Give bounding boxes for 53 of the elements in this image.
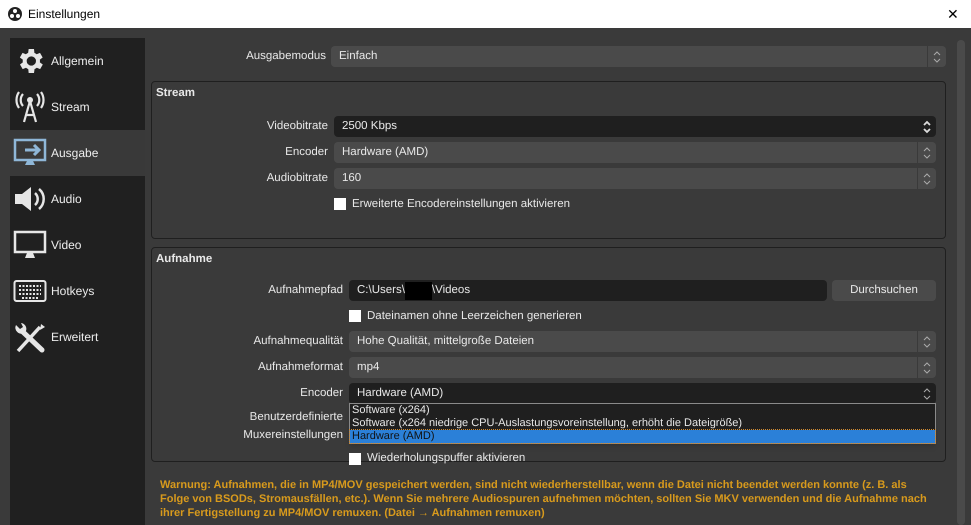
dropdown-option[interactable]: Software (x264) <box>350 404 935 418</box>
checkbox-label: Wiederholungspuffer aktivieren <box>367 451 526 466</box>
group-title: Stream <box>155 86 196 101</box>
tools-icon <box>13 321 47 353</box>
field-label: Encoder <box>299 386 343 402</box>
spinner-arrows-icon <box>922 120 932 134</box>
sidebar-item[interactable]: Stream <box>10 84 145 130</box>
field-label: Aufnahmeformat <box>256 360 343 376</box>
field-label: Aufnahmequalität <box>252 334 343 350</box>
select-field[interactable]: mp4 <box>349 357 936 378</box>
dropdown-option[interactable]: Hardware (AMD) <box>350 430 935 444</box>
window-title: Einstellungen <box>28 6 102 23</box>
field-label: Encoder <box>284 145 328 160</box>
spinner-arrows-icon <box>922 386 932 401</box>
select-field[interactable]: Einfach <box>331 46 946 67</box>
antenna-icon <box>13 91 47 123</box>
checkbox[interactable] <box>349 310 361 322</box>
checkbox-label: Dateinamen ohne Leerzeichen generieren <box>367 308 582 324</box>
bitrate-spinbox[interactable]: 2500 Kbps <box>334 116 936 138</box>
checkbox[interactable] <box>334 198 346 210</box>
group-title: Aufnahme <box>155 252 214 267</box>
sidebar-item[interactable]: Video <box>10 222 145 268</box>
sidebar-item[interactable]: Ausgabe <box>10 130 145 176</box>
field-label: Audiobitrate <box>266 171 328 186</box>
field-label: Videobitrate <box>266 119 328 134</box>
spinner-arrows-icon <box>922 146 932 160</box>
browse-button[interactable]: Durchsuchen <box>832 280 936 302</box>
field-label: Benutzerdefinierte Muxereinstellungen <box>242 410 343 442</box>
select-field[interactable]: 160 <box>334 168 936 190</box>
spinner-arrows-icon <box>932 50 942 64</box>
sidebar-item[interactable]: Allgemein <box>10 38 145 84</box>
spinner-arrows-icon <box>922 172 932 186</box>
field-label: Aufnahmepfad <box>267 283 343 298</box>
encoder-dropdown[interactable]: Hardware (AMD) <box>349 383 936 404</box>
checkbox[interactable] <box>349 452 361 465</box>
select-field[interactable]: Hohe Qualität, mittelgroße Dateien <box>349 331 936 352</box>
warning-text: Warnung: Aufnahmen, die in MP4/MOV gespeichert werden, sind nicht wiederherstellbar, wenn die Datei nicht beendet werden konnte (z. B. als Folge von BSODs, Stromausfällen, etc.). Wenn Sie mehrere Audiospuren aufnehmen möchten, sollten Sie MKV verwenden und die Aufnahme nach ihrer Fertigstellung zu MP4/MOV remuxen. (Datei → Aufnahmen remuxen) <box>159 478 928 520</box>
redaction-block <box>404 282 432 300</box>
sidebar-item[interactable]: Hotkeys <box>10 268 145 314</box>
checkbox-label: Erweiterte Encodereinstellungen aktivieren <box>352 196 570 212</box>
sidebar-item[interactable]: Audio <box>10 176 145 222</box>
path-text: C:\Users\ <box>357 283 405 298</box>
app-logo-icon <box>8 7 22 21</box>
sidebar-item[interactable]: Erweitert <box>10 314 145 360</box>
select-field[interactable]: Hardware (AMD) <box>334 142 936 164</box>
spinner-arrows-icon <box>922 360 932 375</box>
close-button[interactable]: ✕ <box>943 4 963 24</box>
dropdown-option[interactable]: Software (x264 niedrige CPU-Auslastungsvoreinstellung, erhöht die Dateigröße) <box>350 417 935 430</box>
monitor-icon <box>13 229 47 261</box>
path-field[interactable]: C:\Users\ \Videos <box>349 280 827 302</box>
field-label: Ausgabemodus <box>245 48 326 64</box>
spinner-arrows-icon <box>922 334 932 349</box>
path-text: \Videos <box>432 283 470 298</box>
